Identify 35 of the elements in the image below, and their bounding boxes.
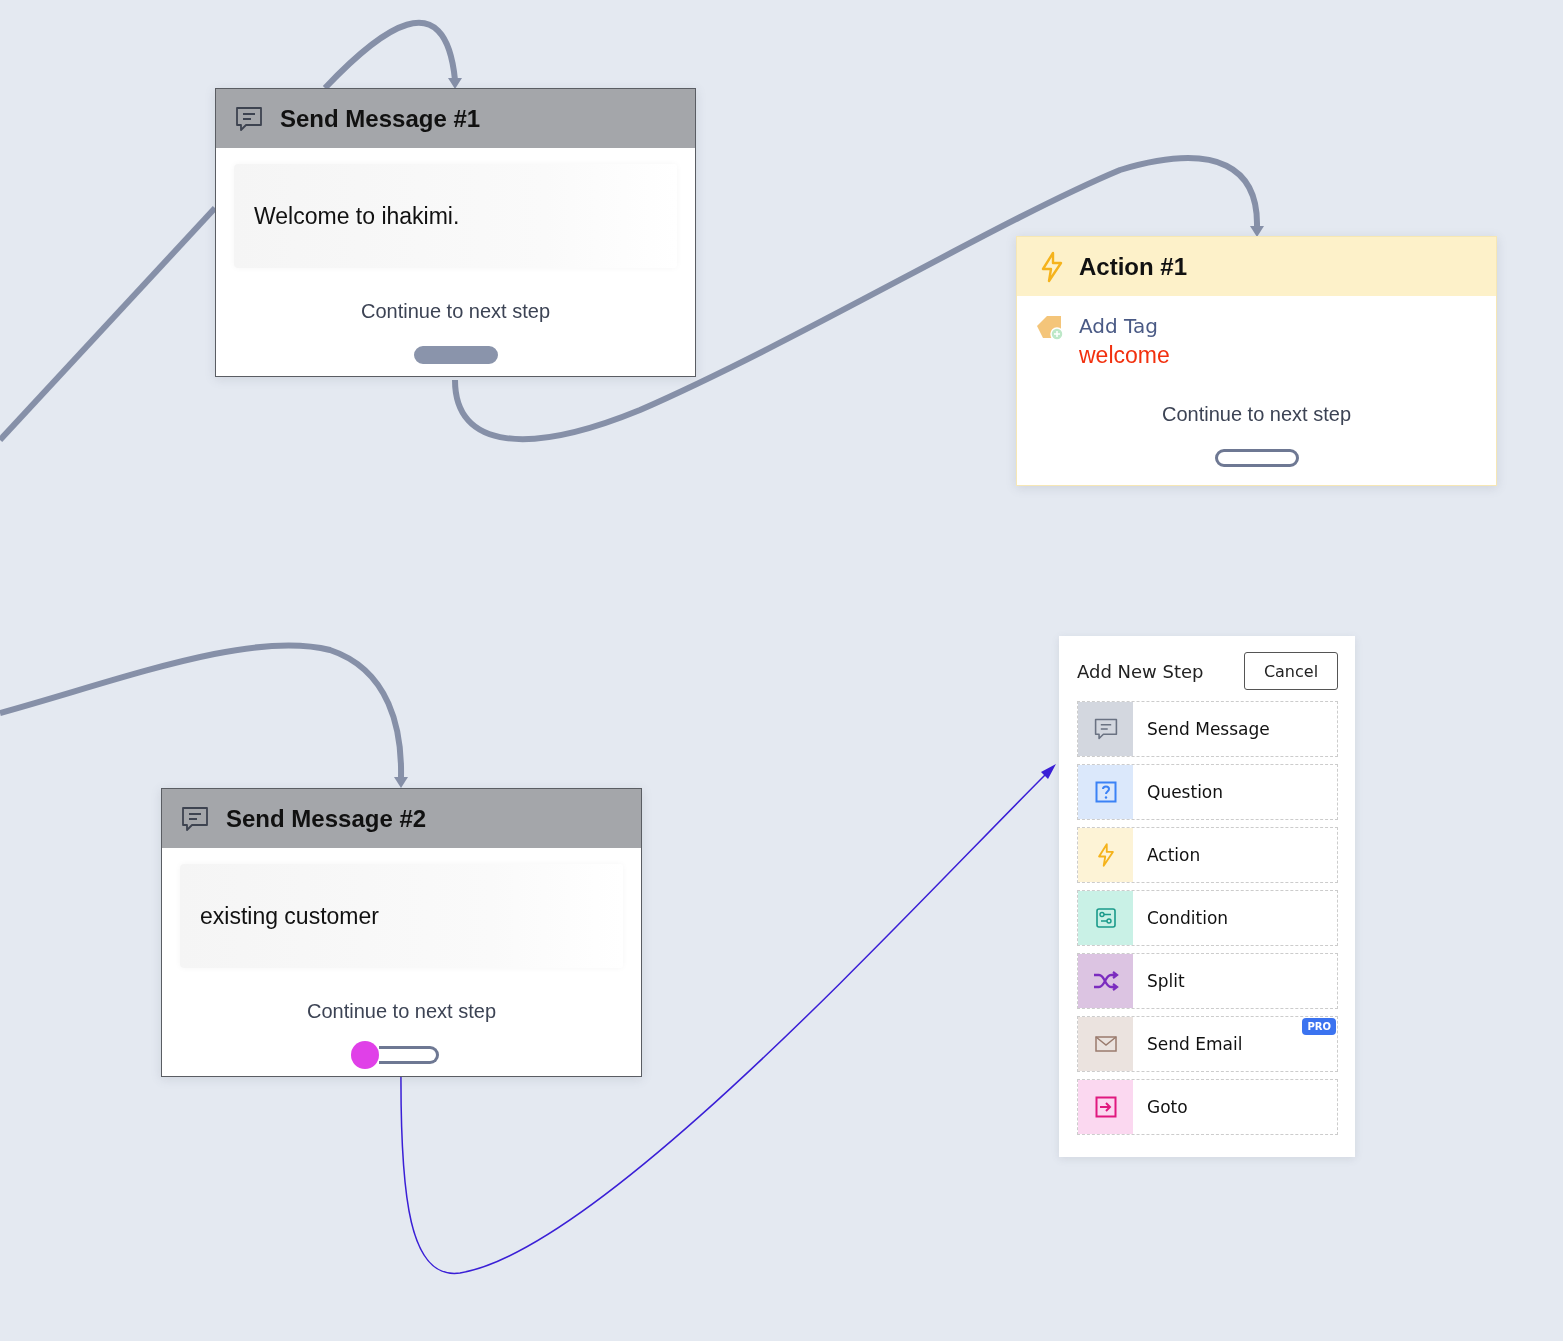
step-option[interactable]: Send Message [1077, 701, 1338, 757]
step-option[interactable]: Send Email PRO [1077, 1016, 1338, 1072]
continue-label: Continue to next step [307, 1000, 496, 1023]
tag-name: welcome [1079, 342, 1170, 369]
chat-icon [1092, 716, 1119, 742]
node-title: Action #1 [1079, 252, 1188, 281]
step-option[interactable]: Split [1077, 953, 1338, 1009]
connection-port[interactable] [413, 346, 498, 364]
continue-label: Continue to next step [1162, 403, 1351, 426]
message-bubble: Welcome to ihakimi. [234, 164, 677, 268]
flow-node-card[interactable]: Action #1 Add Tag welcome Continue to next step [1016, 236, 1497, 486]
step-option[interactable]: Action [1077, 827, 1338, 883]
pro-badge: PRO [1302, 1018, 1336, 1035]
tag-add-icon [1035, 314, 1065, 342]
step-option[interactable]: Goto [1077, 1079, 1338, 1135]
node-title: Send Message #1 [280, 104, 481, 133]
envelope-icon [1094, 1036, 1117, 1052]
continue-label: Continue to next step [361, 300, 550, 323]
connection-port[interactable] [378, 1046, 439, 1064]
lightning-icon [1039, 250, 1065, 283]
panel-title: Add New Step [1077, 660, 1204, 682]
message-bubble: existing customer [180, 864, 623, 968]
question-icon [1094, 781, 1117, 803]
node-title: Send Message #2 [226, 804, 427, 833]
step-option[interactable]: Condition [1077, 890, 1338, 946]
drag-handle[interactable] [350, 1041, 379, 1069]
shuffle-icon [1092, 971, 1119, 991]
connection-port[interactable] [1214, 449, 1299, 467]
flow-node-card[interactable]: Send Message #1 Welcome to ihakimi. Continue to next step [215, 88, 696, 377]
flow-node-card[interactable]: Send Message #2 existing customer Continue to next step [161, 788, 642, 1077]
lightning-icon [1095, 842, 1116, 868]
condition-icon [1095, 908, 1116, 928]
action-name: Add Tag [1079, 314, 1159, 338]
step-option[interactable]: Question [1077, 764, 1338, 820]
cancel-button[interactable]: Cancel [1244, 652, 1338, 690]
